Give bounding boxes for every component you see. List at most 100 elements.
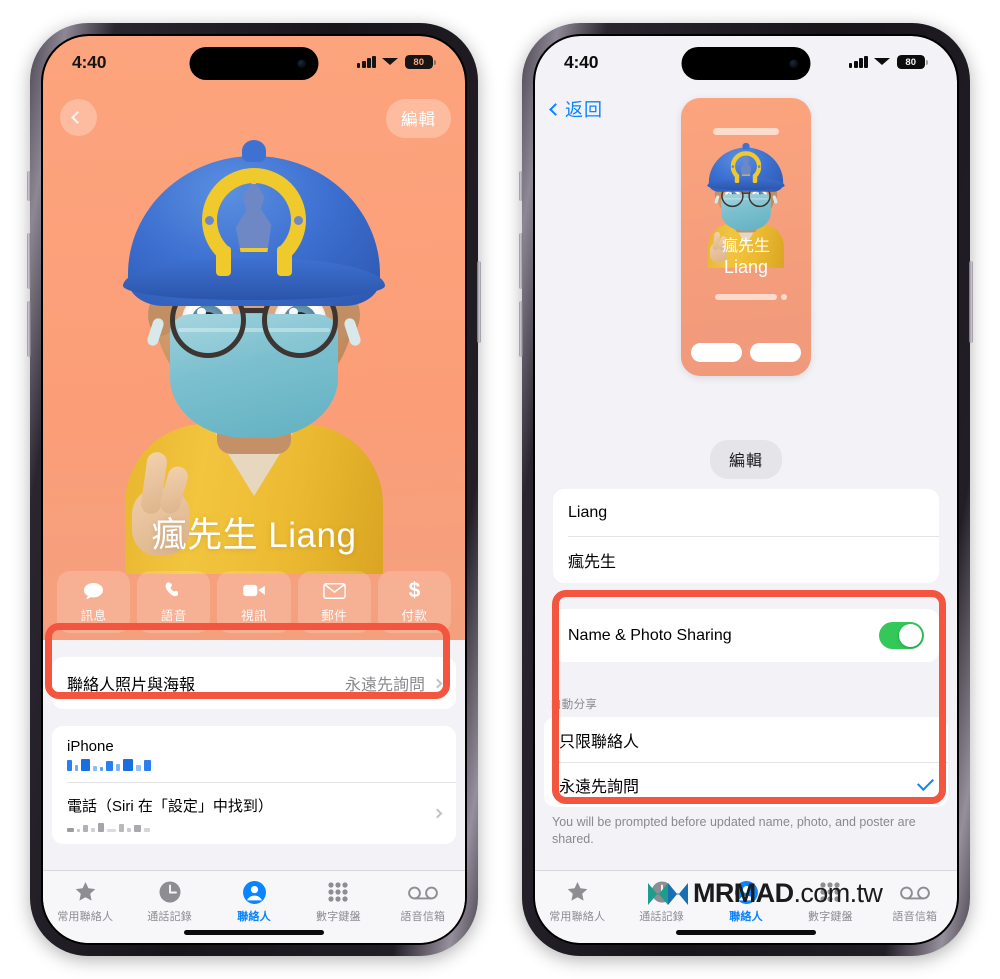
action-mail[interactable]: 郵件 — [297, 571, 371, 633]
status-time: 4:40 — [72, 51, 107, 72]
auto-share-option-always-ask[interactable]: 永遠先詢問 — [544, 762, 948, 807]
back-button[interactable] — [60, 99, 97, 136]
back-label: 返回 — [565, 100, 603, 120]
memoji-helmet-badge-icon — [730, 151, 762, 183]
volume-down-button[interactable] — [519, 301, 523, 357]
tab-label: 聯絡人 — [237, 911, 271, 923]
wifi-icon — [874, 56, 891, 69]
tab-favorites[interactable]: 常用聯絡人 — [43, 879, 127, 924]
status-indicators: 80 — [357, 54, 436, 70]
auto-share-option-contacts-only[interactable]: 只限聯絡人 — [544, 717, 948, 762]
chevron-left-icon — [549, 102, 562, 116]
mute-switch[interactable] — [27, 171, 31, 201]
phone-numbers-card: iPhone 電話（Siri 在「設定」中找到） — [52, 726, 456, 844]
auto-share-group-header: 自動分享 — [550, 699, 598, 711]
person-circle-icon — [242, 879, 267, 905]
row-value: 永遠先詢問 — [344, 677, 425, 694]
cellular-signal-icon — [849, 55, 868, 68]
tab-voicemail[interactable]: 語音信箱 — [381, 879, 465, 924]
tab-favorites[interactable]: 常用聯絡人 — [535, 879, 619, 924]
action-message[interactable]: 訊息 — [57, 571, 131, 633]
watermark-text: MRMAD.com.tw — [693, 878, 883, 909]
mute-switch[interactable] — [519, 171, 523, 201]
edit-poster-button[interactable]: 編輯 — [709, 440, 783, 479]
name-photo-sharing-toggle-row[interactable]: Name & Photo Sharing — [553, 609, 939, 662]
status-indicators: 80 — [849, 54, 928, 70]
edit-button[interactable]: 編輯 — [386, 99, 451, 138]
volume-up-button[interactable] — [519, 233, 523, 289]
memoji-head-group — [123, 140, 385, 450]
volume-up-button[interactable] — [27, 233, 31, 289]
first-name-field[interactable]: Liang — [553, 489, 939, 536]
screenshot-root: 4:40 80 編輯 瘋先生 Liang 訊息 語音 視訊 郵件 $ 付款 聯絡… — [0, 0, 1000, 979]
memoji-helmet-knob — [242, 140, 266, 162]
battery-percent: 80 — [413, 56, 424, 68]
memoji-helmet-knob — [742, 142, 750, 150]
name-photo-sharing-card: Name & Photo Sharing — [553, 609, 939, 662]
poster-name: 瘋先生 Liang — [681, 238, 811, 278]
action-audio[interactable]: 語音 — [137, 571, 211, 633]
chevron-right-icon — [432, 808, 443, 818]
tab-keypad[interactable]: 數字鍵盤 — [296, 879, 380, 924]
badge-rivet-right — [757, 165, 761, 168]
wifi-icon — [382, 56, 399, 69]
checkmark-icon — [917, 774, 934, 791]
message-bubble-icon — [83, 580, 104, 601]
row-content: iPhone — [67, 729, 151, 780]
chevron-right-icon — [432, 678, 443, 688]
contact-action-row: 訊息 語音 視訊 郵件 $ 付款 — [57, 571, 452, 633]
right-phone-bezel: 4:40 80 返回 瘋先生 Liang 編輯 Liang 瘋先生 Name &… — [533, 34, 959, 945]
contact-name: 瘋先生 Liang — [151, 516, 357, 555]
dynamic-island — [189, 47, 319, 80]
contact-photo-poster-row[interactable]: 聯絡人照片與海報 永遠先詢問 — [52, 657, 456, 709]
power-button[interactable] — [969, 261, 973, 343]
star-icon — [565, 879, 590, 905]
name-photo-sharing-switch[interactable] — [879, 622, 924, 649]
front-camera-icon — [789, 59, 799, 68]
battery-icon: 80 — [896, 54, 925, 70]
toggle-label: Name & Photo Sharing — [568, 626, 732, 644]
action-pay[interactable]: $ 付款 — [377, 571, 452, 633]
last-name-field[interactable]: 瘋先生 — [553, 536, 939, 583]
tab-label: 聯絡人 — [729, 911, 763, 923]
tab-label: 語音信箱 — [892, 911, 938, 923]
tab-contacts[interactable]: 聯絡人 — [212, 879, 296, 924]
row-title: 聯絡人照片與海報 — [67, 677, 196, 694]
memoji-head-group — [707, 142, 785, 235]
table-row[interactable]: 電話（Siri 在「設定」中找到） — [52, 782, 456, 844]
clock-icon — [158, 879, 182, 905]
redacted-phone-number — [67, 819, 273, 832]
option-label: 只限聯絡人 — [559, 733, 640, 751]
badge-rivet-left — [731, 165, 735, 168]
dollar-sign-icon: $ — [408, 579, 421, 602]
option-label: 永遠先詢問 — [559, 778, 640, 796]
row-content: 電話（Siri 在「設定」中找到） — [67, 786, 273, 841]
tab-recents[interactable]: 通話記錄 — [127, 879, 211, 924]
left-phone-device: 4:40 80 編輯 瘋先生 Liang 訊息 語音 視訊 郵件 $ 付款 聯絡… — [27, 23, 481, 956]
action-video[interactable]: 視訊 — [217, 571, 291, 633]
voicemail-icon — [899, 879, 930, 905]
tab-label: 常用聯絡人 — [549, 911, 606, 923]
action-label: 付款 — [401, 609, 428, 623]
table-row[interactable]: iPhone — [52, 726, 456, 782]
back-button[interactable]: 返回 — [549, 96, 603, 122]
power-button[interactable] — [477, 261, 481, 343]
left-phone-screen: 4:40 80 編輯 瘋先生 Liang 訊息 語音 視訊 郵件 $ 付款 聯絡… — [43, 36, 465, 943]
poster-name-line1: 瘋先生 — [721, 238, 770, 255]
home-indicator[interactable] — [184, 930, 324, 935]
watermark-brand: MRMAD — [693, 878, 794, 908]
poster-call-buttons-placeholder — [691, 343, 801, 362]
home-indicator[interactable] — [676, 930, 816, 935]
battery-percent: 80 — [905, 56, 916, 68]
tab-voicemail[interactable]: 語音信箱 — [873, 879, 957, 924]
left-phone-bezel: 4:40 80 編輯 瘋先生 Liang 訊息 語音 視訊 郵件 $ 付款 聯絡… — [41, 34, 467, 945]
contact-poster-preview[interactable]: 瘋先生 Liang — [681, 98, 811, 376]
tab-label: 語音信箱 — [400, 911, 446, 923]
tab-label: 數字鍵盤 — [316, 911, 361, 923]
action-label: 郵件 — [321, 609, 348, 623]
action-label: 語音 — [160, 609, 187, 623]
star-icon — [73, 879, 98, 905]
volume-down-button[interactable] — [27, 301, 31, 357]
chevron-left-icon — [71, 111, 84, 124]
sharing-card: 聯絡人照片與海報 永遠先詢問 — [52, 657, 456, 709]
